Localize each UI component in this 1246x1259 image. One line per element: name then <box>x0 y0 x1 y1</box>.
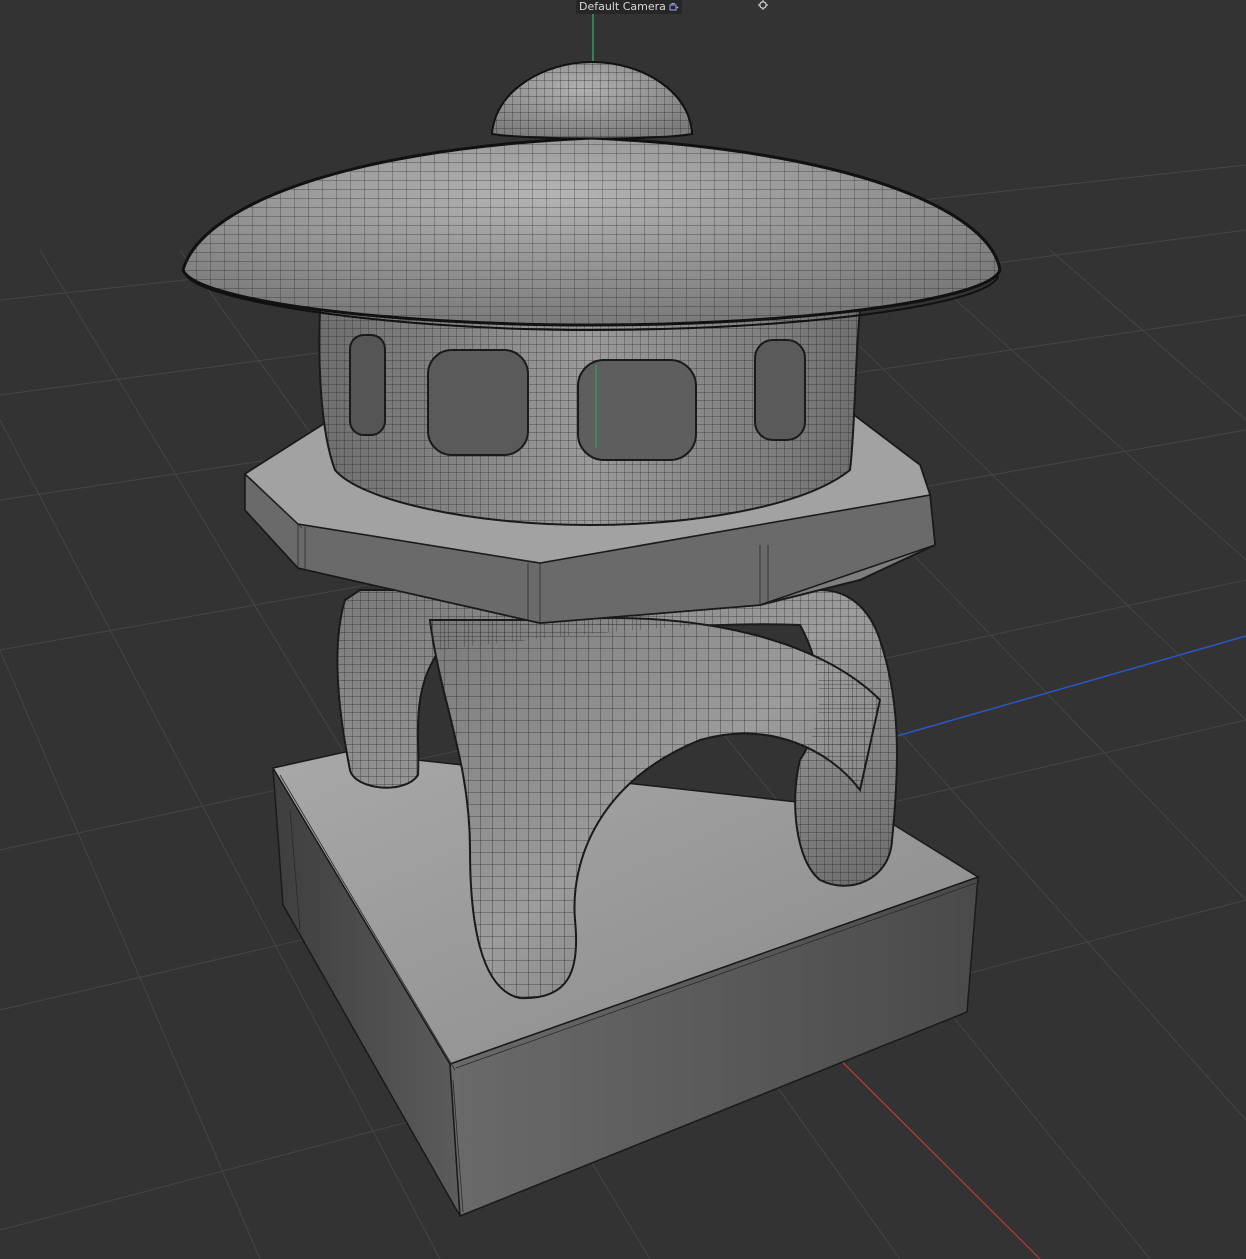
3d-viewport[interactable]: Default Camera <box>0 0 1246 1259</box>
z-axis <box>889 635 1246 739</box>
scene-canvas[interactable] <box>0 0 1246 1259</box>
lantern-top-knob[interactable] <box>490 60 694 140</box>
camera-name: Default Camera <box>579 0 666 13</box>
camera-selector[interactable]: Default Camera <box>576 0 682 14</box>
chamber-window-left <box>427 349 529 456</box>
chamber-window-far-left <box>349 334 386 436</box>
camera-lock-icon[interactable] <box>669 2 679 12</box>
lantern-light-chamber[interactable] <box>318 309 862 527</box>
sun-gizmo-icon[interactable] <box>757 0 769 12</box>
chamber-window-right <box>754 339 806 441</box>
lantern-roof[interactable] <box>181 136 1002 332</box>
